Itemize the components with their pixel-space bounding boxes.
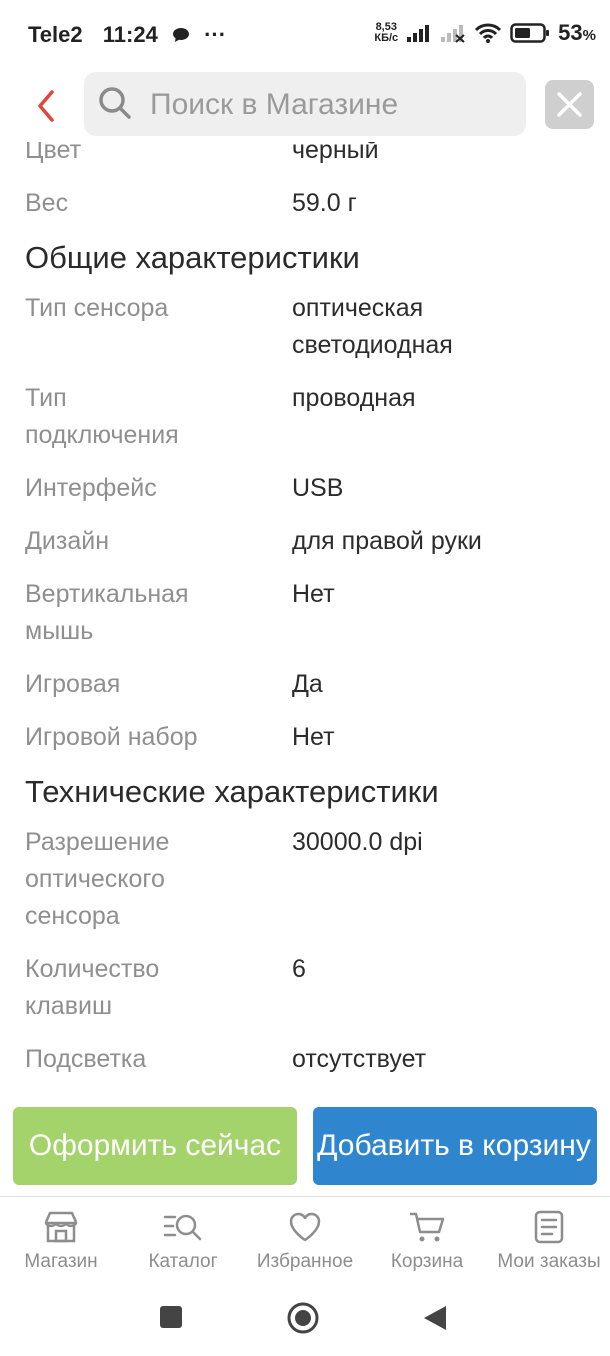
tab-label: Мои заказы <box>497 1251 601 1272</box>
recent-apps-icon[interactable] <box>159 1305 183 1329</box>
spec-value: для правой руки <box>292 527 482 555</box>
tab-favorites[interactable]: Избранное <box>244 1197 366 1289</box>
tab-label: Избранное <box>256 1251 354 1272</box>
spec-key: Разрешение оптического сенсора <box>25 828 170 930</box>
system-navigation-bar <box>0 1288 610 1356</box>
spec-value: оптическая светодиодная <box>292 294 453 359</box>
spec-key: Подсветка <box>25 1045 147 1073</box>
search-box[interactable] <box>84 72 526 136</box>
tab-label: Корзина <box>390 1251 464 1272</box>
spec-key: Цвет <box>25 142 82 164</box>
section-heading-general: Общие характеристики <box>25 240 360 275</box>
spec-key: Вес <box>25 189 69 217</box>
spec-row: Игровая Да <box>0 666 610 703</box>
spec-key: Интерфейс <box>25 474 157 502</box>
spec-row: Тип сенсора оптическая светодиодная <box>0 290 610 364</box>
catalog-search-icon <box>163 1214 202 1241</box>
spec-row: Интерфейс USB <box>0 470 610 507</box>
spec-row: Количество клавиш 6 <box>0 951 610 1025</box>
spec-value: проводная <box>292 384 416 412</box>
spec-row: Разрешение оптического сенсора 30000.0 d… <box>0 824 610 935</box>
spec-value: USB <box>292 474 344 502</box>
spec-value: 30000.0 dpi <box>292 828 423 856</box>
network-speed: 8,53 КБ/с <box>374 22 398 44</box>
signal-no-service-icon <box>441 25 465 43</box>
spec-key: Тип сенсора <box>25 294 169 322</box>
speed-unit: КБ/с <box>374 32 399 44</box>
home-icon[interactable] <box>286 1301 320 1335</box>
cart-icon <box>410 1212 445 1242</box>
spec-value: Да <box>292 670 323 698</box>
spec-key: Количество клавиш <box>25 955 160 1020</box>
spec-row: Вес 59.0 г <box>0 185 610 222</box>
spec-key: Вертикальная мышь <box>25 580 189 645</box>
spec-list-inner: Цвет черный Вес 59.0 г Общие характерист… <box>0 142 610 1094</box>
spec-row: Дизайн для правой руки <box>0 523 610 560</box>
back-arrow-icon[interactable] <box>30 86 62 126</box>
chat-bubble-icon <box>172 28 189 42</box>
spec-value: 59.0 г <box>292 189 357 217</box>
spec-value: Нет <box>292 723 335 751</box>
spec-row: Тип подключения проводная <box>0 380 610 454</box>
add-to-cart-label: Добавить в корзину <box>317 1129 591 1162</box>
tab-label: Магазин <box>24 1251 98 1272</box>
spec-key: Игровой набор <box>25 723 198 751</box>
spec-key: Игровая <box>25 670 121 698</box>
spec-key: Дизайн <box>25 527 110 555</box>
status-right: 8,53 КБ/с 53% <box>374 20 596 46</box>
battery-icon <box>510 23 550 43</box>
tab-store[interactable]: Магазин <box>0 1197 122 1289</box>
more-notifications: ··· <box>204 22 227 47</box>
status-bar: Tele2 11:24 ··· 8,53 КБ/с 53% <box>0 0 610 70</box>
store-icon <box>44 1211 78 1243</box>
tab-label: Каталог <box>148 1251 218 1272</box>
tab-orders[interactable]: Мои заказы <box>488 1197 610 1289</box>
spec-row: Цвет черный <box>0 142 610 169</box>
clock: 11:24 <box>102 22 158 47</box>
buy-now-button[interactable]: Оформить сейчас <box>13 1107 297 1185</box>
spec-list[interactable]: Цвет черный Вес 59.0 г Общие характерист… <box>0 142 610 1102</box>
add-to-cart-button[interactable]: Добавить в корзину <box>313 1107 597 1185</box>
status-left: Tele2 11:24 ··· <box>28 22 226 48</box>
close-icon <box>557 92 582 117</box>
battery-percent: 53% <box>558 20 596 45</box>
clear-search-button[interactable] <box>545 80 594 129</box>
signal-icon <box>407 25 430 42</box>
spec-value: черный <box>292 142 379 164</box>
carrier-name: Tele2 <box>28 22 83 47</box>
spec-key: Тип подключения <box>25 384 179 449</box>
spec-value: отсутствует <box>292 1045 427 1073</box>
back-nav-icon[interactable] <box>422 1304 448 1332</box>
spec-value: Нет <box>292 580 335 608</box>
tab-catalog[interactable]: Каталог <box>122 1197 244 1289</box>
tab-cart[interactable]: Корзина <box>366 1197 488 1289</box>
spec-row: Подсветка отсутствует <box>0 1041 610 1078</box>
spec-row: Игровой набор Нет <box>0 719 610 756</box>
heart-icon <box>289 1212 321 1242</box>
orders-icon <box>534 1210 564 1244</box>
search-header <box>0 70 610 142</box>
spec-row: Вертикальная мышь Нет <box>0 576 610 650</box>
search-input[interactable] <box>148 82 512 128</box>
wifi-icon <box>475 23 502 43</box>
bottom-tab-bar: Магазин Каталог Избранное Корзина Мои за… <box>0 1196 610 1289</box>
search-icon <box>99 87 131 119</box>
section-heading-tech: Технические характеристики <box>25 774 439 809</box>
spec-value: 6 <box>292 955 306 983</box>
